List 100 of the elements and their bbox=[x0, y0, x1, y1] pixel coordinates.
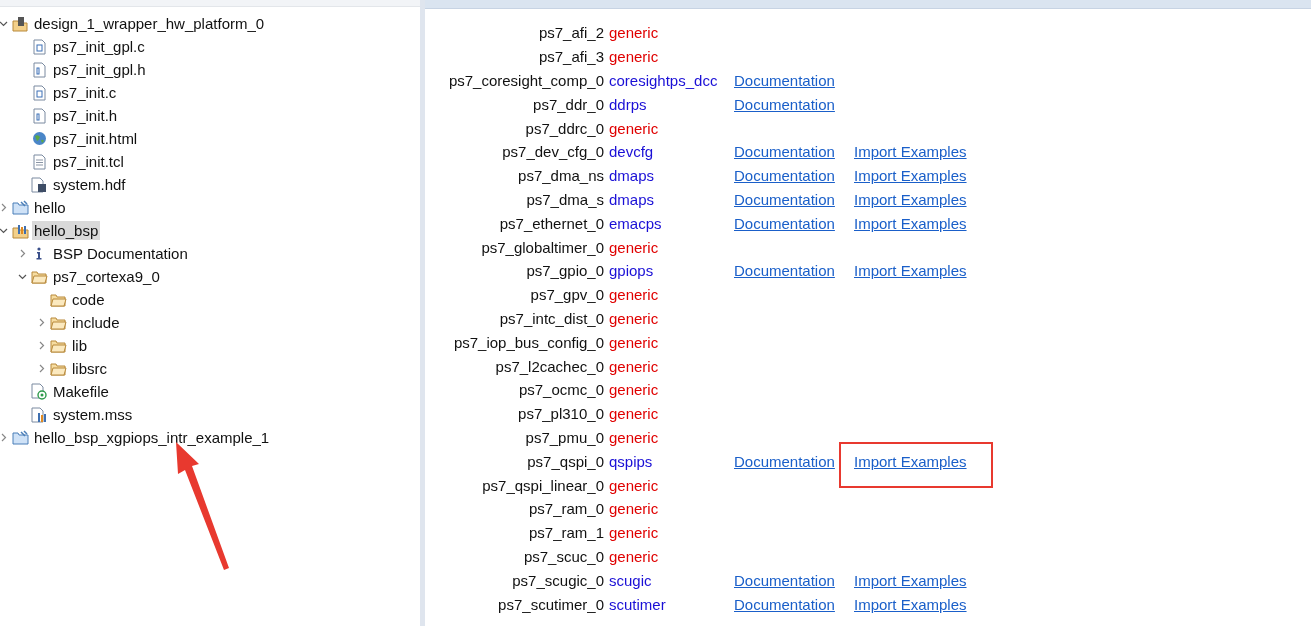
header-file-icon bbox=[32, 107, 46, 124]
driver-name: generic bbox=[609, 500, 660, 518]
chevron-right-icon[interactable] bbox=[0, 203, 8, 212]
peripheral-name: ps7_ethernet_0 bbox=[499, 214, 605, 232]
documentation-link[interactable]: Documentation bbox=[734, 595, 835, 613]
driver-name: generic bbox=[609, 405, 660, 423]
driver-name: generic bbox=[609, 286, 660, 304]
peripheral-name: ps7_gpio_0 bbox=[526, 262, 605, 280]
documentation-link[interactable]: Documentation bbox=[734, 571, 835, 589]
folder-icon bbox=[49, 361, 67, 376]
peripheral-name: ps7_iop_bus_config_0 bbox=[453, 333, 605, 351]
documentation-link[interactable]: Documentation bbox=[734, 190, 835, 208]
driver-name: generic bbox=[609, 547, 660, 565]
import-examples-link[interactable]: Import Examples bbox=[854, 167, 967, 185]
driver-name: generic bbox=[609, 357, 660, 375]
import-examples-link[interactable]: Import Examples bbox=[854, 143, 967, 161]
peripheral-name: ps7_ram_1 bbox=[528, 524, 605, 542]
driver-name: generic bbox=[609, 309, 660, 327]
globe-icon bbox=[31, 131, 47, 146]
peripheral-name: ps7_ddrc_0 bbox=[525, 119, 605, 137]
peripheral-name: ps7_scugic_0 bbox=[512, 571, 605, 589]
tree-item[interactable]: system.mss bbox=[51, 405, 135, 424]
peripheral-name: ps7_dev_cfg_0 bbox=[502, 143, 605, 161]
c-file-icon bbox=[32, 38, 46, 55]
driver-name: generic bbox=[609, 333, 660, 351]
import-examples-link[interactable]: Import Examples bbox=[854, 571, 967, 589]
driver-name: generic bbox=[609, 476, 660, 494]
tree-item[interactable]: hello_bsp_xgpiops_intr_example_1 bbox=[32, 428, 272, 447]
peripheral-name: ps7_gpv_0 bbox=[530, 286, 605, 304]
peripheral-name: ps7_pl310_0 bbox=[518, 405, 605, 423]
project-folder-icon bbox=[11, 430, 29, 445]
import-examples-link[interactable]: Import Examples bbox=[854, 214, 967, 232]
folder-icon bbox=[30, 269, 48, 284]
documentation-link[interactable]: Documentation bbox=[734, 95, 835, 113]
tree-item[interactable]: hello bbox=[32, 198, 68, 217]
peripheral-name: ps7_pmu_0 bbox=[525, 428, 605, 446]
peripheral-name: ps7_afi_2 bbox=[538, 24, 605, 42]
documentation-link[interactable]: Documentation bbox=[734, 167, 835, 185]
c-file-icon bbox=[32, 84, 46, 101]
import-examples-link[interactable]: Import Examples bbox=[854, 262, 967, 280]
chevron-down-icon[interactable] bbox=[17, 272, 27, 281]
peripheral-name: ps7_scuc_0 bbox=[523, 547, 605, 565]
tree-item[interactable]: include bbox=[70, 313, 122, 332]
tree-item[interactable]: hello_bsp bbox=[32, 221, 101, 240]
peripheral-name: ps7_intc_dist_0 bbox=[499, 309, 605, 327]
tree-item[interactable]: ps7_init_gpl.h bbox=[51, 60, 148, 79]
driver-name: qspips bbox=[609, 452, 654, 470]
chip-folder-icon bbox=[12, 15, 28, 32]
driver-name: gpiops bbox=[609, 262, 655, 280]
tree-item[interactable]: libsrc bbox=[70, 359, 109, 378]
tree-item[interactable]: Makefile bbox=[51, 382, 111, 401]
tree-item[interactable]: ps7_init.tcl bbox=[51, 152, 126, 171]
driver-name: generic bbox=[609, 428, 660, 446]
documentation-link[interactable]: Documentation bbox=[734, 452, 835, 470]
driver-name: ddrps bbox=[609, 95, 648, 113]
import-examples-link[interactable]: Import Examples bbox=[854, 452, 967, 470]
driver-name: emacps bbox=[609, 214, 663, 232]
documentation-link[interactable]: Documentation bbox=[734, 262, 835, 280]
driver-name: generic bbox=[609, 24, 660, 42]
bsp-folder-icon bbox=[11, 222, 29, 239]
tree-item[interactable]: ps7_init.c bbox=[51, 83, 119, 102]
peripheral-name: ps7_qspi_linear_0 bbox=[482, 476, 605, 494]
chevron-right-icon[interactable] bbox=[0, 433, 8, 442]
tree-item[interactable]: BSP Documentation bbox=[51, 244, 190, 263]
peripheral-name: ps7_ram_0 bbox=[528, 500, 605, 518]
chevron-down-icon[interactable] bbox=[0, 226, 8, 235]
driver-name: generic bbox=[609, 48, 660, 66]
tree-item[interactable]: ps7_cortexa9_0 bbox=[51, 267, 162, 286]
driver-name: generic bbox=[609, 524, 660, 542]
driver-name: generic bbox=[609, 119, 660, 137]
driver-name: scutimer bbox=[609, 595, 667, 613]
folder-icon bbox=[49, 315, 67, 330]
peripheral-name: ps7_qspi_0 bbox=[527, 452, 605, 470]
info-icon bbox=[36, 247, 42, 260]
chevron-down-icon[interactable] bbox=[0, 19, 8, 28]
driver-name: generic bbox=[609, 238, 660, 256]
hardware-file-icon bbox=[31, 176, 47, 193]
driver-name: scugic bbox=[609, 571, 653, 589]
driver-name: devcfg bbox=[609, 143, 655, 161]
makefile-icon bbox=[31, 383, 47, 400]
driver-name: generic bbox=[609, 381, 660, 399]
folder-icon bbox=[49, 338, 67, 353]
peripheral-name: ps7_globaltimer_0 bbox=[481, 238, 605, 256]
peripheral-name: ps7_l2cachec_0 bbox=[495, 357, 605, 375]
import-examples-link[interactable]: Import Examples bbox=[854, 595, 967, 613]
driver-name: coresightps_dcc bbox=[609, 72, 719, 89]
tree-item[interactable]: ps7_init.html bbox=[51, 129, 140, 148]
tree-item[interactable]: system.hdf bbox=[51, 175, 128, 194]
tree-item[interactable]: lib bbox=[70, 336, 89, 355]
peripheral-name: ps7_ddr_0 bbox=[533, 95, 605, 113]
documentation-link[interactable]: Documentation bbox=[734, 72, 835, 89]
peripheral-name: ps7_scutimer_0 bbox=[498, 595, 605, 613]
tree-item[interactable]: code bbox=[70, 290, 107, 309]
documentation-link[interactable]: Documentation bbox=[734, 143, 835, 161]
tree-item[interactable]: design_1_wrapper_hw_platform_0 bbox=[32, 14, 267, 33]
peripheral-name: ps7_dma_s bbox=[526, 190, 605, 208]
tree-item[interactable]: ps7_init.h bbox=[51, 106, 120, 125]
tree-item[interactable]: ps7_init_gpl.c bbox=[51, 37, 147, 56]
import-examples-link[interactable]: Import Examples bbox=[854, 190, 967, 208]
documentation-link[interactable]: Documentation bbox=[734, 214, 835, 232]
